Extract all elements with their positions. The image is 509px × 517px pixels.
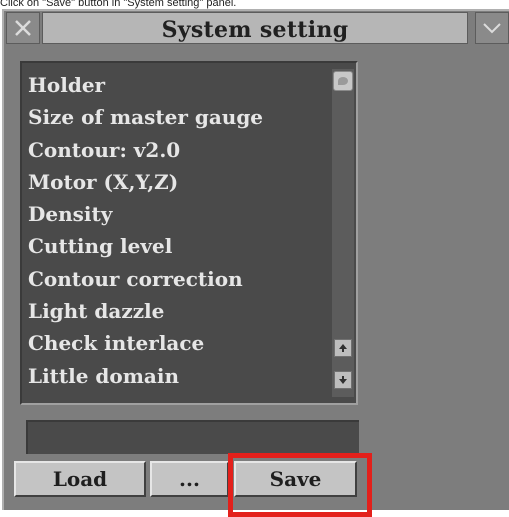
value-input-field[interactable] bbox=[26, 420, 359, 454]
scroll-down-button[interactable] bbox=[334, 371, 352, 389]
list-item-contour-correction[interactable]: Contour correction bbox=[28, 263, 328, 295]
instruction-caption: Click on "Save" button in "System settin… bbox=[0, 0, 237, 9]
more-button[interactable]: ... bbox=[150, 461, 229, 497]
list-item-cutting-level[interactable]: Cutting level bbox=[28, 230, 328, 262]
settings-list-panel: Holder Size of master gauge Contour: v2.… bbox=[20, 61, 358, 405]
list-item-holder[interactable]: Holder bbox=[28, 69, 328, 101]
scroll-thumb[interactable] bbox=[333, 71, 353, 91]
scroll-up-button[interactable] bbox=[334, 339, 352, 357]
list-item-density[interactable]: Density bbox=[28, 198, 328, 230]
arrow-down-icon bbox=[339, 376, 347, 384]
close-button[interactable] bbox=[6, 12, 40, 44]
settings-list: Holder Size of master gauge Contour: v2.… bbox=[28, 69, 328, 392]
load-button[interactable]: Load bbox=[14, 461, 146, 497]
title-field: System setting bbox=[42, 12, 468, 44]
list-item-check-interlace[interactable]: Check interlace bbox=[28, 327, 328, 359]
system-setting-window: System setting Holder Size of master gau… bbox=[2, 9, 509, 517]
save-highlight-box bbox=[228, 453, 372, 517]
list-item-little-domain[interactable]: Little domain bbox=[28, 360, 328, 392]
arrow-up-icon bbox=[339, 344, 347, 352]
list-scrollbar[interactable] bbox=[332, 69, 354, 397]
title-bar: System setting bbox=[4, 11, 509, 47]
list-item-contour[interactable]: Contour: v2.0 bbox=[28, 134, 328, 166]
chevron-down-icon bbox=[483, 23, 501, 34]
list-item-motor[interactable]: Motor (X,Y,Z) bbox=[28, 166, 328, 198]
list-item-size-of-master-gauge[interactable]: Size of master gauge bbox=[28, 101, 328, 133]
window-menu-button[interactable] bbox=[475, 12, 509, 44]
scroll-thumb-grip bbox=[338, 77, 348, 85]
window-title: System setting bbox=[161, 17, 349, 43]
list-item-light-dazzle[interactable]: Light dazzle bbox=[28, 295, 328, 327]
close-x-icon bbox=[15, 20, 31, 36]
